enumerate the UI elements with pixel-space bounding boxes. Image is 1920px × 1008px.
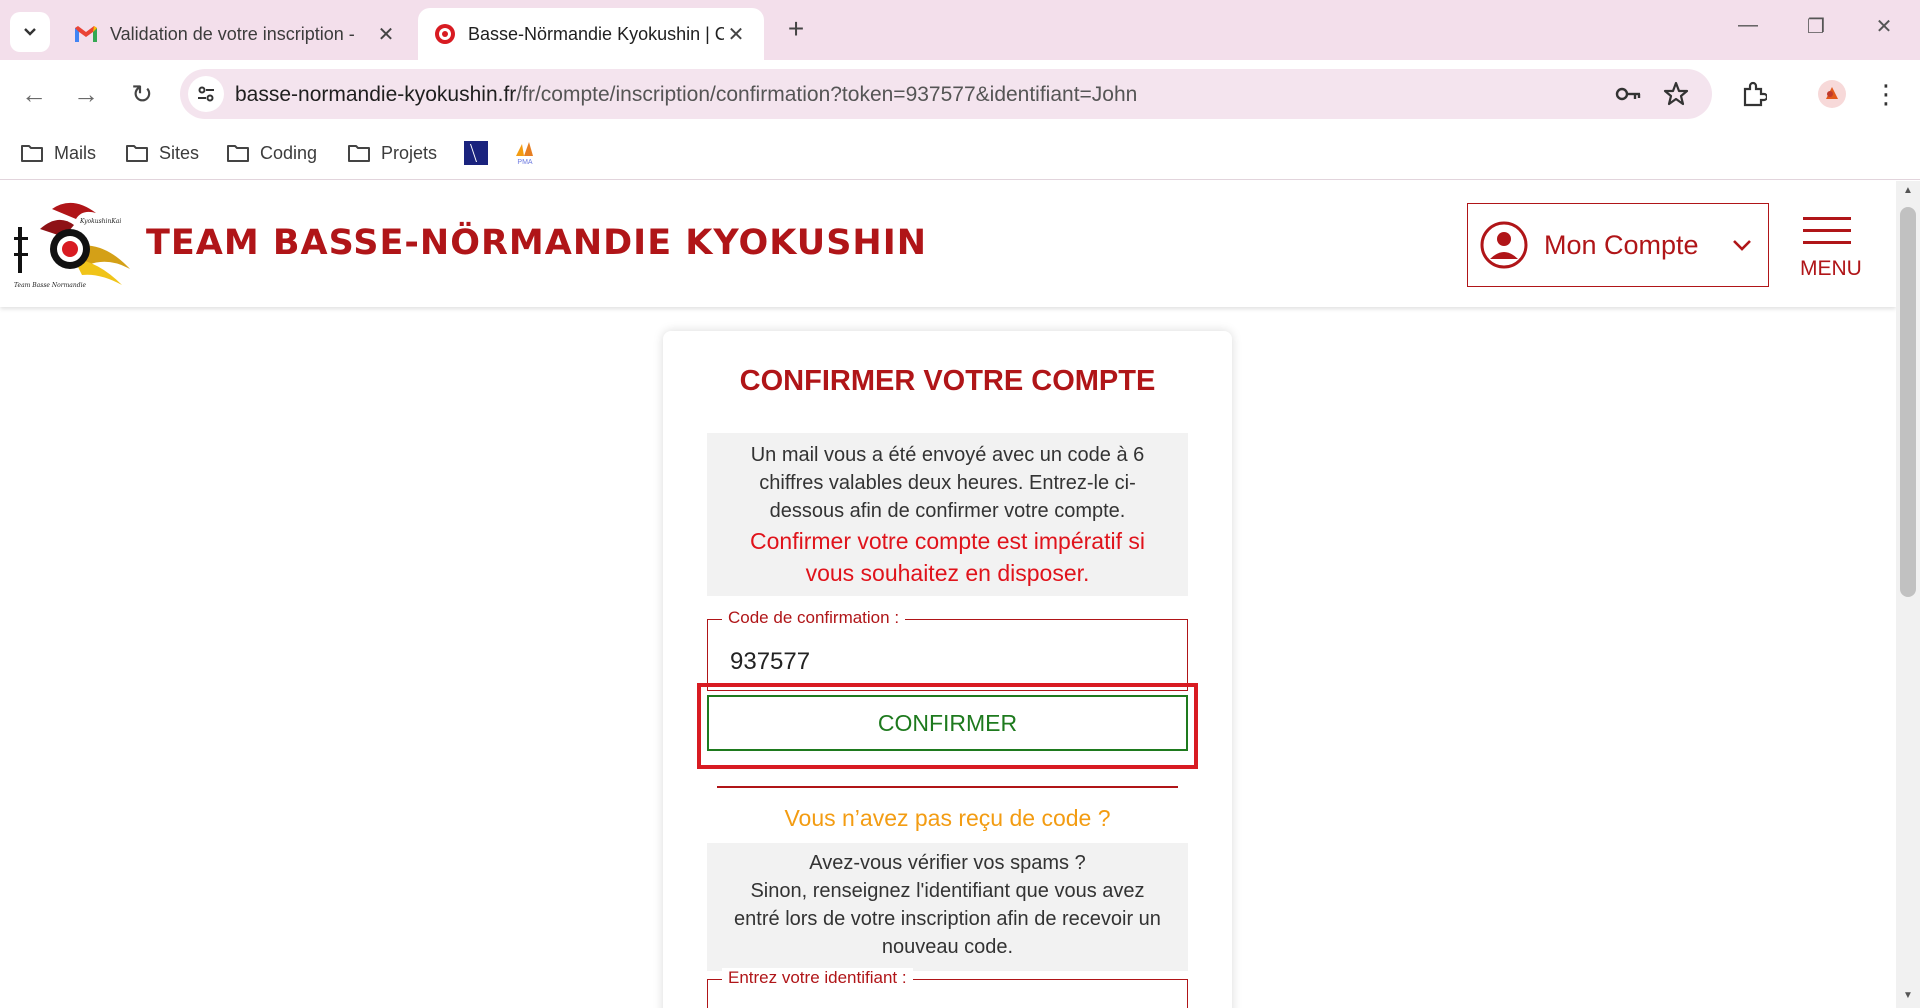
minimize-icon[interactable]: —: [1728, 14, 1768, 46]
browser-toolbar: ← → ↻ basse-normandie-kyokushin.fr/fr/co…: [0, 60, 1920, 128]
restore-icon[interactable]: ❐: [1796, 14, 1836, 46]
confirm-button[interactable]: CONFIRMER: [707, 695, 1188, 751]
folder-icon: [227, 145, 249, 162]
new-tab-button[interactable]: +: [780, 14, 812, 46]
bookmark-folder-projets[interactable]: Projets: [347, 138, 437, 168]
kyokushin-icon: [435, 24, 455, 44]
scroll-thumb[interactable]: [1900, 207, 1916, 597]
tab-title: Validation de votre inscription -: [110, 23, 355, 44]
identifier-field[interactable]: Entrez votre identifiant :: [707, 968, 1188, 1008]
scroll-down-icon[interactable]: ▼: [1902, 990, 1914, 1002]
menu-button[interactable]: MENU: [1798, 217, 1864, 280]
forward-icon[interactable]: →: [68, 76, 104, 112]
hamburger-bar: [1803, 229, 1851, 232]
bookmark-folder-sites[interactable]: Sites: [125, 138, 199, 168]
password-key-icon[interactable]: [1614, 80, 1642, 108]
field-legend: Entrez votre identifiant :: [722, 968, 913, 988]
confirmation-code-input[interactable]: 937577: [730, 648, 810, 676]
profile-avatar[interactable]: [1814, 76, 1850, 112]
info-box: Un mail vous a été envoyé avec un code à…: [707, 433, 1188, 596]
pma-icon: PMA: [516, 142, 533, 166]
site-logo[interactable]: KyokushinKai Team Basse Normandie: [12, 199, 136, 291]
scrollbar[interactable]: ▲ ▼: [1896, 181, 1920, 1008]
menu-label: MENU: [1800, 257, 1862, 280]
bookmarks-bar: Mails Sites Coding Projets PMA: [0, 128, 1920, 180]
tab-strip: Validation de votre inscription - ✕ Bass…: [0, 0, 1920, 60]
hamburger-bar: [1803, 241, 1851, 244]
tab-gmail[interactable]: Validation de votre inscription - ✕: [58, 8, 414, 60]
chevron-down-icon: [1733, 240, 1751, 251]
hamburger-icon: [1803, 217, 1851, 220]
folder-icon: [21, 145, 43, 162]
back-icon[interactable]: ←: [16, 76, 52, 112]
more-menu-icon[interactable]: ⋮: [1868, 76, 1904, 112]
site-header: KyokushinKai Team Basse Normandie TEAM B…: [0, 181, 1896, 307]
folder-icon: [126, 145, 148, 162]
resend-line-2: Sinon, renseignez l'identifiant que vous…: [734, 880, 1161, 958]
scroll-up-icon[interactable]: ▲: [1902, 185, 1914, 197]
gmail-icon: [75, 26, 97, 42]
address-bar[interactable]: basse-normandie-kyokushin.fr/fr/compte/i…: [180, 69, 1712, 119]
resend-title: Vous n’avez pas reçu de code ?: [784, 805, 1111, 831]
bookmark-star-icon[interactable]: [1662, 80, 1690, 108]
svg-text:KyokushinKai: KyokushinKai: [79, 218, 121, 225]
confirmation-card: CONFIRMER VOTRE COMPTE Un mail vous a ét…: [663, 331, 1232, 1008]
svg-text:Team Basse Normandie: Team Basse Normandie: [14, 282, 86, 289]
tab-title: Basse-Nörmandie Kyokushin | C: [468, 23, 724, 44]
bookmark-folder-mails[interactable]: Mails: [20, 138, 96, 168]
bookmark-folder-coding[interactable]: Coding: [226, 138, 317, 168]
vercel-like-icon: [464, 141, 488, 165]
close-tab-icon[interactable]: ✕: [724, 22, 748, 47]
extensions-icon[interactable]: [1736, 76, 1772, 112]
page-title: CONFIRMER VOTRE COMPTE: [739, 365, 1156, 397]
page-viewport: KyokushinKai Team Basse Normandie TEAM B…: [0, 181, 1920, 1008]
divider: [717, 786, 1178, 788]
info-text: Un mail vous a été envoyé avec un code à…: [750, 444, 1145, 522]
tab-search-button[interactable]: [10, 12, 50, 52]
svg-text:PMA: PMA: [517, 159, 533, 166]
close-tab-icon[interactable]: ✕: [374, 22, 398, 47]
bookmark-pma[interactable]: PMA: [512, 138, 538, 168]
field-legend: Code de confirmation :: [722, 608, 906, 628]
site-title[interactable]: TEAM BASSE-NÖRMANDIE KYOKUSHIN: [146, 223, 927, 263]
tab-kyokushin[interactable]: Basse-Nörmandie Kyokushin | C ✕: [418, 8, 764, 60]
bookmark-vercel-like[interactable]: [464, 138, 488, 168]
account-label: Mon Compte: [1544, 229, 1699, 260]
chevron-down-icon: [24, 28, 36, 36]
folder-icon: [348, 145, 370, 162]
account-dropdown-button[interactable]: Mon Compte: [1467, 203, 1769, 287]
url-text[interactable]: basse-normandie-kyokushin.fr/fr/compte/i…: [235, 83, 1137, 107]
confirmation-code-field[interactable]: Code de confirmation : 937577: [707, 608, 1188, 691]
resend-line-1: Avez-vous vérifier vos spams ?: [809, 852, 1086, 874]
resend-info-box: Avez-vous vérifier vos spams ? Sinon, re…: [707, 843, 1188, 971]
close-window-icon[interactable]: ✕: [1864, 14, 1904, 46]
site-info-icon[interactable]: [188, 76, 224, 112]
user-circle-icon: [1480, 221, 1528, 269]
info-warning: Confirmer votre compte est impératif si …: [750, 528, 1145, 586]
reload-icon[interactable]: ↻: [124, 76, 160, 112]
